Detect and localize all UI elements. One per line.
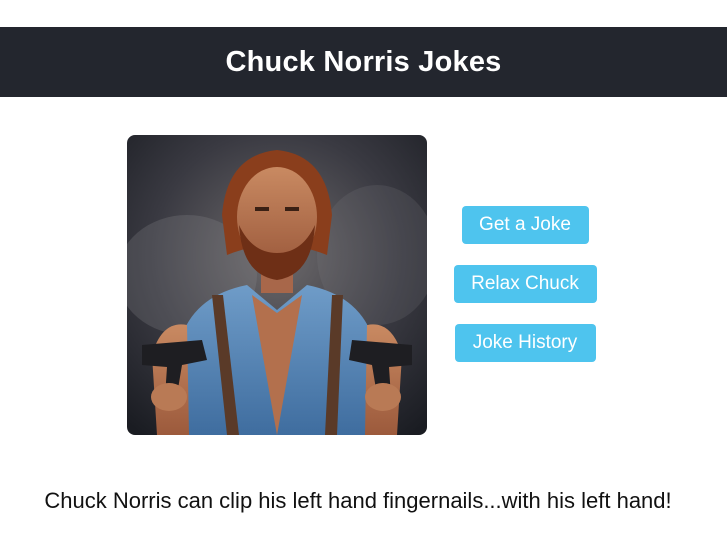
app-header: Chuck Norris Jokes: [0, 27, 727, 97]
chuck-norris-photo: [127, 135, 427, 435]
joke-history-button[interactable]: Joke History: [454, 324, 596, 362]
joke-text: Chuck Norris can clip his left hand fing…: [44, 488, 672, 513]
get-joke-button[interactable]: Get a Joke: [461, 206, 589, 244]
relax-chuck-button[interactable]: Relax Chuck: [453, 265, 597, 303]
page-title: Chuck Norris Jokes: [225, 45, 502, 78]
app-root: Chuck Norris Jokes Get a Joke Relax Chuc…: [0, 0, 727, 557]
